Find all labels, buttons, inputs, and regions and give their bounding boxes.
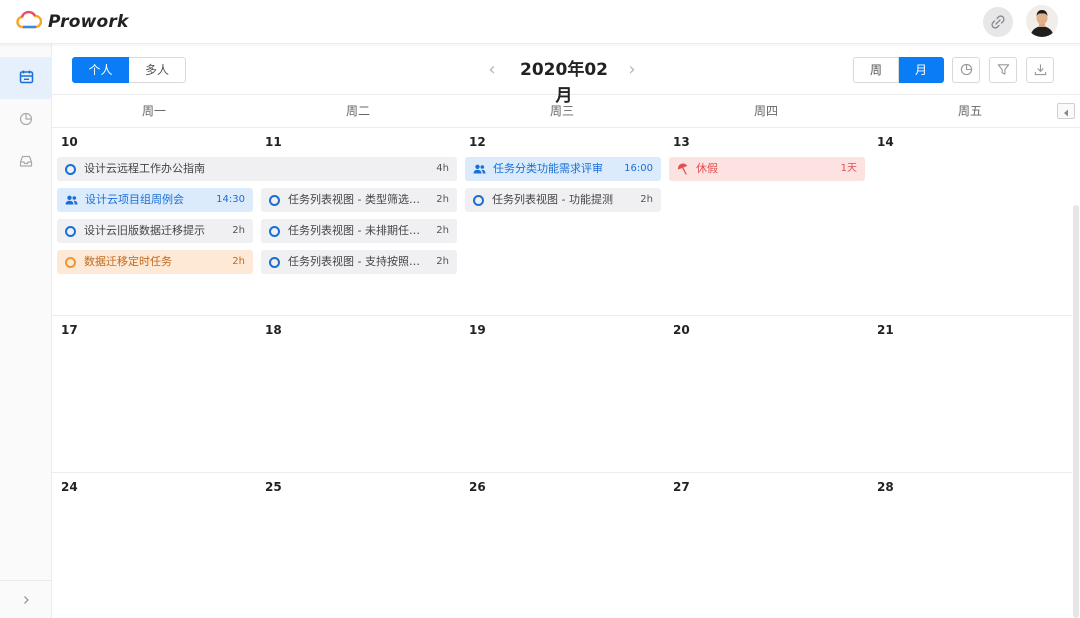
event-duration: 2h <box>436 194 449 205</box>
day-number[interactable]: 28 <box>877 480 894 494</box>
day-number[interactable]: 21 <box>877 323 894 337</box>
weekday-label: 周二 <box>345 104 370 118</box>
weekday-label: 周四 <box>753 104 778 118</box>
pie-chart-icon <box>19 111 33 130</box>
calendar-event[interactable]: 设计云项目组周例会 14:30 <box>57 188 253 212</box>
circle-icon <box>269 256 280 268</box>
chevron-right-icon: › <box>628 59 636 80</box>
event-duration: 2h <box>436 256 449 267</box>
export-button[interactable] <box>1026 57 1054 83</box>
event-title: 设计云旧版数据迁移提示 <box>84 224 205 237</box>
event-title: 设计云项目组周例会 <box>85 193 184 206</box>
day-number[interactable]: 25 <box>265 480 282 494</box>
event-duration: 2h <box>232 256 245 267</box>
circle-icon <box>65 163 76 175</box>
view-week-button[interactable]: 周 <box>853 57 899 83</box>
weekday-label: 周五 <box>957 104 982 118</box>
day-number[interactable]: 20 <box>673 323 690 337</box>
chevron-left-icon: ‹ <box>488 59 496 80</box>
event-title: 任务列表视图 - 类型筛选功能 <box>288 193 431 206</box>
download-icon <box>1034 61 1047 80</box>
mode-multi-button[interactable]: 多人 <box>129 57 186 83</box>
circle-icon <box>65 256 76 268</box>
app-logo[interactable]: Prowork <box>16 10 128 34</box>
day-number[interactable]: 27 <box>673 480 690 494</box>
calendar-icon <box>19 69 34 88</box>
day-number[interactable]: 14 <box>877 135 894 149</box>
event-title: 数据迁移定时任务 <box>84 255 172 268</box>
event-duration: 1天 <box>840 163 857 174</box>
event-duration: 2h <box>232 225 245 236</box>
day-number[interactable]: 19 <box>469 323 486 337</box>
day-number[interactable]: 10 <box>61 135 78 149</box>
weekday-label: 周三 <box>549 104 574 118</box>
day-number[interactable]: 26 <box>469 480 486 494</box>
calendar-event[interactable]: 任务列表视图 - 支持按照优... 2h <box>261 250 457 274</box>
day-number[interactable]: 13 <box>673 135 690 149</box>
event-title: 休假 <box>696 162 718 175</box>
event-title: 设计云远程工作办公指南 <box>84 162 205 175</box>
calendar-event[interactable]: 设计云远程工作办公指南 4h <box>57 157 457 181</box>
calendar-event[interactable]: 任务分类功能需求评审 16:00 <box>465 157 661 181</box>
pie-chart-icon <box>960 61 973 80</box>
circle-icon <box>473 194 484 206</box>
weekday-label: 周一 <box>141 104 166 118</box>
people-icon <box>65 195 78 205</box>
sidebar-item-calendar[interactable] <box>0 57 52 99</box>
week-row: 10 11 12 13 14 设计云远程工作办公指南 4h 设计云项目组周例会 … <box>52 128 1072 316</box>
stats-button[interactable] <box>952 57 980 83</box>
week-row: 17 18 19 20 21 <box>52 316 1072 473</box>
event-duration: 16:00 <box>624 163 653 174</box>
calendar-event[interactable]: 设计云旧版数据迁移提示 2h <box>57 219 253 243</box>
calendar-toolbar: 个人 多人 ‹ 2020年02月 › 周 月 <box>52 44 1080 106</box>
calendar-event[interactable]: 任务列表视图 - 类型筛选功能 2h <box>261 188 457 212</box>
inbox-icon <box>19 153 33 172</box>
event-duration: 4h <box>436 163 449 174</box>
prev-month-button[interactable]: ‹ <box>482 57 502 83</box>
day-number[interactable]: 24 <box>61 480 78 494</box>
mode-toggle: 个人 多人 <box>72 57 186 83</box>
chevron-right-icon <box>21 590 31 609</box>
calendar-event[interactable]: 数据迁移定时任务 2h <box>57 250 253 274</box>
sidebar-item-inbox[interactable] <box>0 141 52 183</box>
calendar-event[interactable]: 休假 1天 <box>669 157 865 181</box>
day-number[interactable]: 18 <box>265 323 282 337</box>
view-toggle: 周 月 <box>853 57 944 83</box>
event-title: 任务列表视图 - 未排期任务... <box>288 224 431 237</box>
circle-icon <box>269 194 280 206</box>
left-sidebar <box>0 44 52 618</box>
next-month-button[interactable]: › <box>622 57 642 83</box>
event-title: 任务列表视图 - 功能提测 <box>492 193 613 206</box>
week-row: 24 25 26 27 28 <box>52 473 1072 618</box>
filter-icon <box>997 61 1010 80</box>
calendar-event[interactable]: 任务列表视图 - 未排期任务... 2h <box>261 219 457 243</box>
weekday-header: 周一 周二 周三 周四 周五 <box>52 95 1080 128</box>
day-number[interactable]: 12 <box>469 135 486 149</box>
scrollbar-thumb[interactable] <box>1073 205 1079 618</box>
caret-left-icon <box>1063 102 1069 121</box>
app-name: Prowork <box>48 12 129 32</box>
event-duration: 2h <box>640 194 653 205</box>
day-number[interactable]: 11 <box>265 135 282 149</box>
calendar-event[interactable]: 任务列表视图 - 功能提测 2h <box>465 188 661 212</box>
sidebar-item-stats[interactable] <box>0 99 52 141</box>
day-number[interactable]: 17 <box>61 323 78 337</box>
top-header: Prowork <box>0 0 1080 44</box>
cloud-logo-icon <box>16 10 43 34</box>
event-duration: 2h <box>436 225 449 236</box>
beach-umbrella-icon <box>677 163 689 175</box>
circle-icon <box>269 225 280 237</box>
link-icon[interactable] <box>983 7 1013 37</box>
sidebar-expand-button[interactable] <box>0 580 52 618</box>
collapse-weekend-button[interactable] <box>1057 103 1075 119</box>
filter-button[interactable] <box>989 57 1017 83</box>
people-icon <box>473 164 486 174</box>
user-avatar[interactable] <box>1026 5 1058 37</box>
view-month-button[interactable]: 月 <box>899 57 944 83</box>
circle-icon <box>65 225 76 237</box>
event-duration: 14:30 <box>216 194 245 205</box>
event-title: 任务列表视图 - 支持按照优... <box>288 255 431 268</box>
mode-personal-button[interactable]: 个人 <box>72 57 129 83</box>
event-title: 任务分类功能需求评审 <box>493 162 603 175</box>
